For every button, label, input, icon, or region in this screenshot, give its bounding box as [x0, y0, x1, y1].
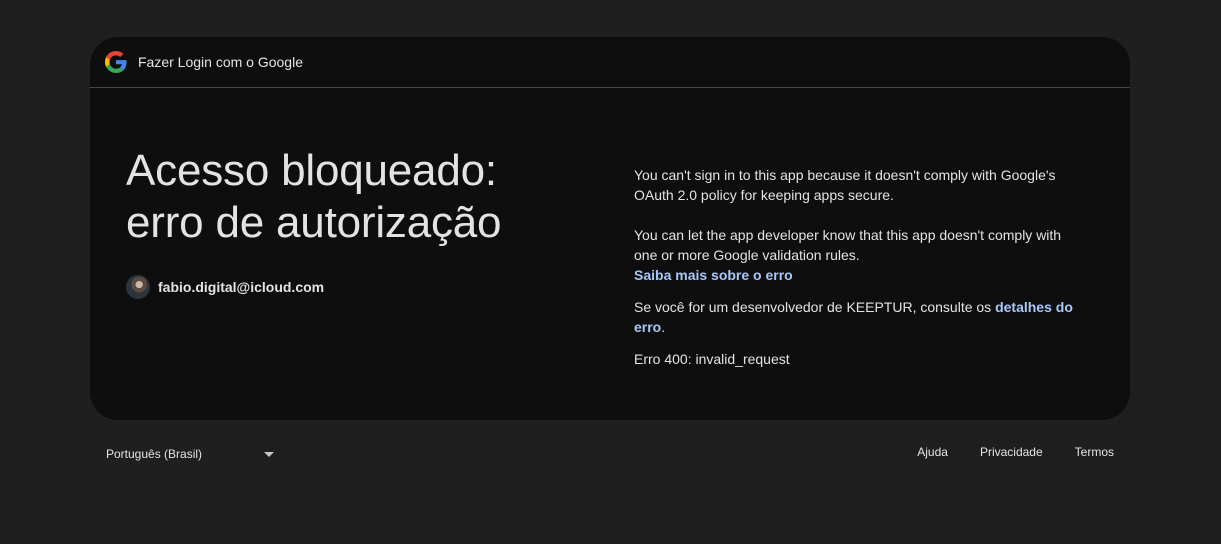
developer-suffix-text: . [661, 319, 666, 335]
header-title: Fazer Login com o Google [138, 54, 303, 70]
footer-links: Ajuda Privacidade Termos [885, 445, 1114, 459]
account-chip[interactable]: fabio.digital@icloud.com [126, 275, 586, 299]
language-select[interactable]: Português (Brasil) [106, 445, 274, 463]
footer: Português (Brasil) Ajuda Privacidade Ter… [90, 437, 1130, 469]
signin-card: Fazer Login com o Google Acesso bloquead… [90, 37, 1130, 420]
terms-link[interactable]: Termos [1075, 445, 1114, 459]
avatar [126, 275, 150, 299]
page-title: Acesso bloqueado: erro de autorização [126, 145, 586, 249]
caret-down-icon [264, 451, 274, 457]
privacy-link[interactable]: Privacidade [980, 445, 1043, 459]
right-column: You can't sign in to this app because it… [634, 165, 1084, 369]
left-column: Acesso bloqueado: erro de autorização fa… [126, 145, 586, 299]
language-select-value: Português (Brasil) [106, 447, 203, 461]
learn-more-link[interactable]: Saiba mais sobre o erro [634, 267, 793, 283]
developer-prefix-text: Se você for um desenvolvedor de KEEPTUR,… [634, 299, 996, 315]
google-logo-icon [105, 51, 127, 73]
page-title-line2: erro de autorização [126, 198, 502, 247]
oauth-policy-message: You can't sign in to this app because it… [634, 167, 1056, 203]
account-email: fabio.digital@icloud.com [158, 279, 325, 295]
error-code: Erro 400: invalid_request [634, 351, 790, 367]
card-header: Fazer Login com o Google [90, 37, 1130, 88]
developer-details-message: Se você for um desenvolvedor de KEEPTUR,… [634, 297, 1084, 337]
help-link[interactable]: Ajuda [917, 445, 948, 459]
page-title-line1: Acesso bloqueado: [126, 146, 497, 195]
developer-notify-message: You can let the app developer know that … [634, 227, 1062, 263]
